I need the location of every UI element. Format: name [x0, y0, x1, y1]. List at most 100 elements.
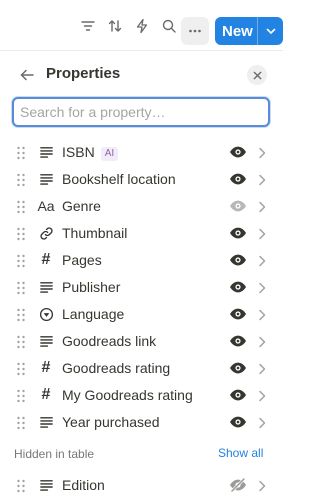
drag-handle-icon[interactable] — [16, 254, 26, 268]
drag-handle-icon[interactable] — [16, 227, 26, 241]
database-toolbar: New — [0, 0, 283, 50]
property-row[interactable]: # Pages — [0, 247, 283, 274]
property-row[interactable]: Aa Genre — [0, 193, 283, 220]
eye-icon[interactable] — [229, 225, 247, 241]
property-label: Year purchased — [62, 414, 160, 430]
chevron-right-icon[interactable] — [257, 281, 267, 294]
chevron-right-icon[interactable] — [257, 335, 267, 348]
text-icon — [37, 332, 55, 350]
chevron-right-icon[interactable] — [257, 227, 267, 240]
property-label: Bookshelf location — [62, 171, 176, 187]
drag-handle-icon[interactable] — [16, 146, 26, 160]
chevron-down-icon[interactable] — [258, 17, 283, 45]
property-row[interactable]: # My Goodreads rating — [0, 382, 283, 409]
eye-icon[interactable] — [229, 279, 247, 295]
select-icon — [37, 305, 55, 323]
title-icon: Aa — [37, 198, 55, 214]
property-row[interactable]: Publisher — [0, 274, 283, 301]
text-icon — [37, 143, 55, 161]
property-name: Edition — [62, 477, 105, 493]
drag-handle-icon[interactable] — [16, 389, 26, 403]
drag-handle-icon[interactable] — [16, 281, 26, 295]
drag-handle-icon[interactable] — [16, 362, 26, 376]
drag-handle-icon[interactable] — [16, 335, 26, 349]
panel-header: Properties — [0, 51, 283, 97]
eye-icon[interactable] — [229, 252, 247, 268]
drag-handle-icon[interactable] — [16, 416, 26, 430]
eye-icon[interactable] — [229, 198, 247, 214]
property-row[interactable]: ISBN AI — [0, 139, 283, 166]
property-label: My Goodreads rating — [62, 387, 193, 403]
eye-off-icon[interactable] — [229, 477, 247, 493]
drag-handle-icon[interactable] — [16, 479, 26, 493]
drag-handle-icon[interactable] — [16, 173, 26, 187]
property-name: ISBN — [62, 144, 95, 160]
show-all-link[interactable]: Show all — [218, 446, 263, 460]
hidden-section-label: Hidden in table — [14, 447, 95, 461]
chevron-right-icon[interactable] — [257, 362, 267, 375]
link-icon — [37, 224, 55, 242]
more-icon[interactable] — [181, 17, 209, 45]
new-button[interactable]: New — [215, 17, 283, 45]
drag-handle-icon[interactable] — [16, 200, 26, 214]
property-name: Goodreads link — [62, 333, 157, 349]
text-icon — [37, 476, 55, 494]
text-icon — [37, 278, 55, 296]
chevron-right-icon[interactable] — [257, 146, 267, 159]
property-label: Edition — [62, 477, 105, 493]
property-row[interactable]: Goodreads link — [0, 328, 283, 355]
properties-panel: Properties ISBN AI Bookshelf location Aa Gen… — [0, 50, 283, 500]
property-name: Language — [62, 306, 125, 322]
property-label: ISBN AI — [62, 144, 119, 161]
ai-badge: AI — [100, 147, 119, 161]
property-name: Thumbnail — [62, 225, 128, 241]
search-icon[interactable] — [160, 17, 178, 35]
number-icon: # — [41, 251, 51, 268]
number-icon: # — [41, 386, 51, 403]
filter-icon[interactable] — [79, 17, 97, 35]
chevron-right-icon[interactable] — [257, 308, 267, 321]
property-row[interactable]: Year purchased — [0, 409, 283, 436]
property-name: Year purchased — [62, 414, 160, 430]
property-label: Genre — [62, 198, 101, 214]
chevron-right-icon[interactable] — [257, 254, 267, 267]
property-label: Language — [62, 306, 124, 322]
eye-icon[interactable] — [229, 171, 247, 187]
property-label: Pages — [62, 252, 102, 268]
chevron-right-icon[interactable] — [257, 200, 267, 213]
automation-icon[interactable] — [133, 17, 151, 35]
property-row[interactable]: # Goodreads rating — [0, 355, 283, 382]
property-label: Goodreads rating — [62, 360, 170, 376]
property-row[interactable]: Thumbnail — [0, 220, 283, 247]
property-name: Pages — [62, 252, 102, 268]
sort-icon[interactable] — [106, 17, 124, 35]
eye-icon[interactable] — [229, 333, 247, 349]
property-row[interactable]: Edition — [0, 472, 283, 499]
property-row[interactable]: Bookshelf location — [0, 166, 283, 193]
property-name: Goodreads rating — [62, 360, 171, 376]
property-row[interactable]: Language — [0, 301, 283, 328]
property-label: Goodreads link — [62, 333, 156, 349]
chevron-right-icon[interactable] — [257, 389, 267, 402]
property-name: My Goodreads rating — [62, 387, 193, 403]
property-label: Thumbnail — [62, 225, 127, 241]
chevron-right-icon[interactable] — [257, 416, 267, 429]
text-icon — [37, 170, 55, 188]
eye-icon[interactable] — [229, 306, 247, 322]
chevron-right-icon[interactable] — [257, 479, 267, 492]
number-icon: # — [41, 359, 51, 376]
chevron-right-icon[interactable] — [257, 173, 267, 186]
back-arrow-icon[interactable] — [18, 66, 36, 84]
eye-icon[interactable] — [229, 387, 247, 403]
drag-handle-icon[interactable] — [16, 308, 26, 322]
close-icon[interactable] — [247, 65, 267, 85]
property-name: Publisher — [62, 279, 121, 295]
property-label: Publisher — [62, 279, 120, 295]
eye-icon[interactable] — [229, 414, 247, 430]
eye-icon[interactable] — [229, 144, 247, 160]
panel-title: Properties — [46, 65, 121, 82]
eye-icon[interactable] — [229, 360, 247, 376]
property-search-input[interactable] — [12, 97, 270, 127]
text-icon — [37, 413, 55, 431]
property-name: Bookshelf location — [62, 171, 176, 187]
